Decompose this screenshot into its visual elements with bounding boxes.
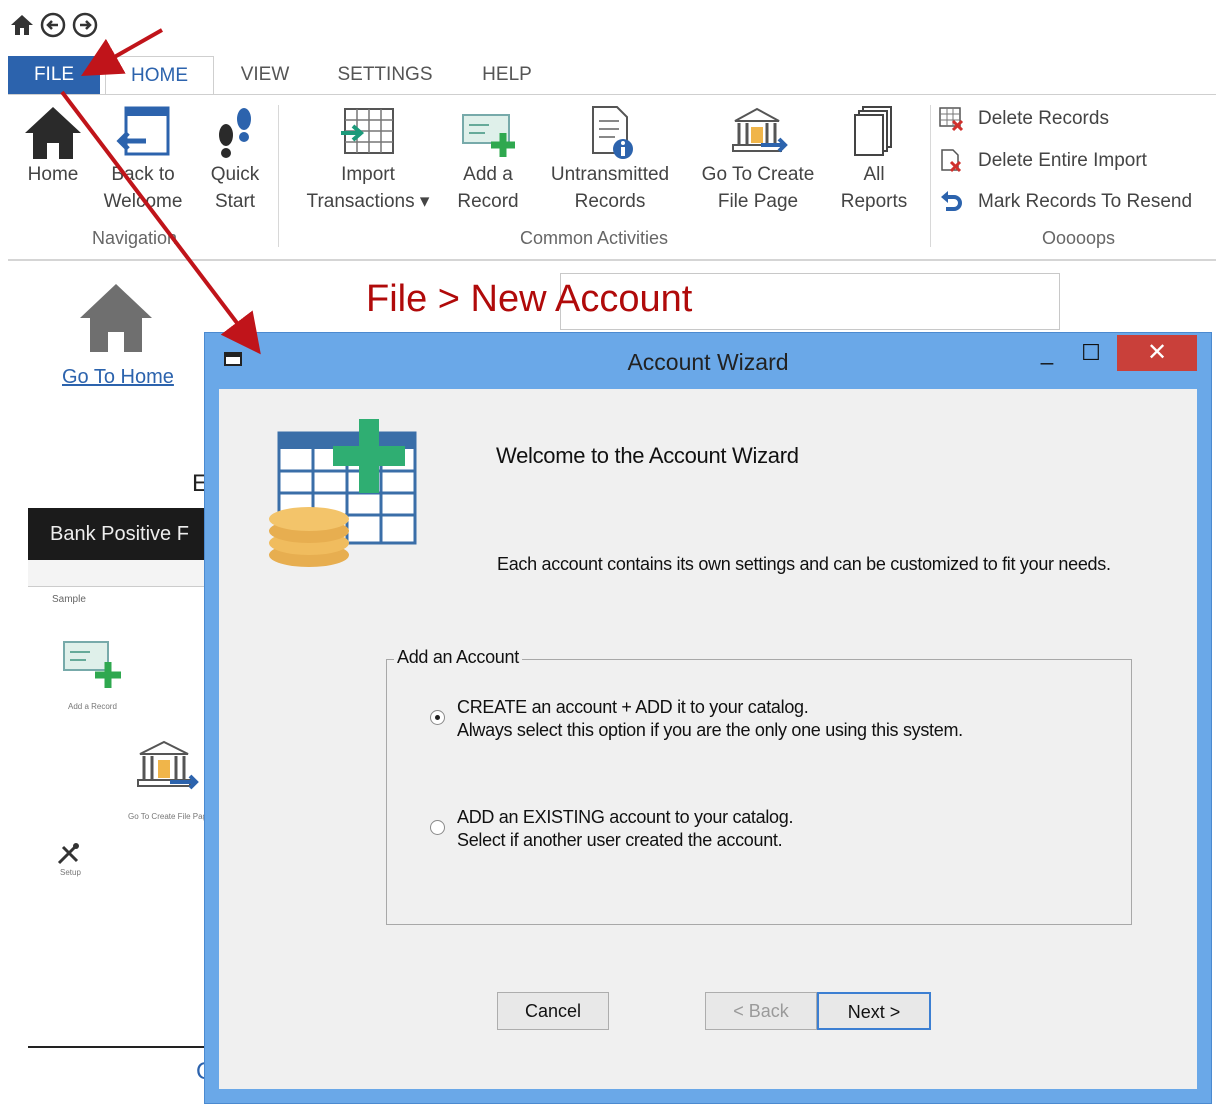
arrow-to-file-tab [81,28,163,76]
arrow-to-dialog [60,90,261,355]
annotation-arrows [60,28,261,355]
